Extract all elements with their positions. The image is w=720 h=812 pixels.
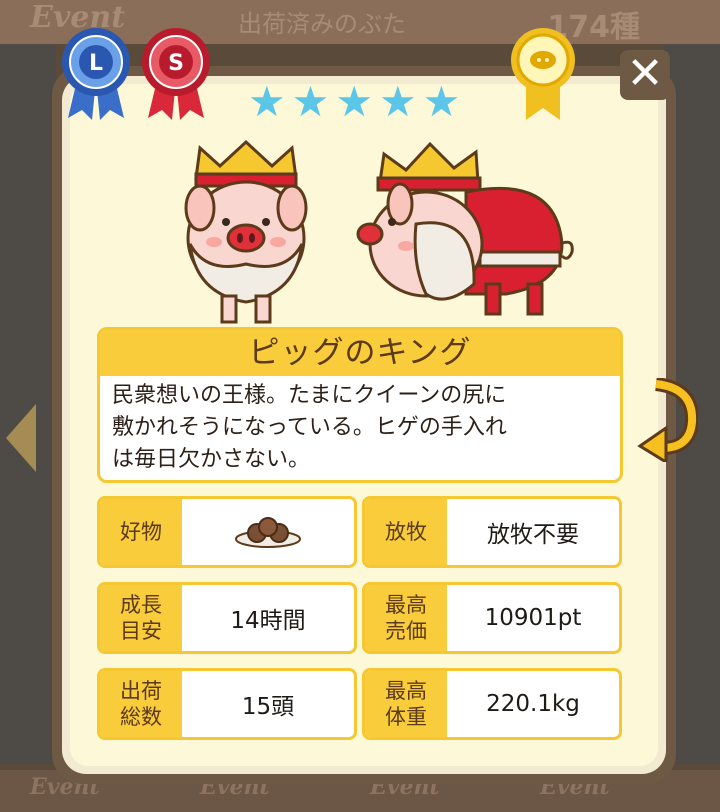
description-line: は毎日欠かさない。 (112, 447, 311, 472)
growth-time-value: 14時間 (230, 608, 306, 634)
l-ribbon-letter: L (89, 51, 103, 76)
pig-name: ピッグのキング (100, 330, 620, 376)
max-weight-label: 最高 体重 (365, 671, 447, 737)
shipped-count-cell: 出荷 総数 15頭 (97, 668, 357, 740)
star-icon: ★ (335, 77, 373, 126)
description-line: 敷かれそうになっている。ヒゲの手入れ (112, 415, 507, 440)
grazing-label: 放牧 (365, 499, 447, 565)
rotate-view-icon[interactable] (636, 378, 698, 462)
pig-description: 民衆想いの王様。たまにクイーンの尻に 敷かれそうになっている。ヒゲの手入れ は毎… (100, 376, 620, 480)
grazing-cell: 放牧 放牧不要 (362, 496, 622, 568)
star-icon: ★ (378, 77, 417, 126)
pig-king-front-image (184, 139, 308, 324)
pig-info-box: ピッグのキング 民衆想いの王様。たまにクイーンの尻に 敷かれそうになっている。ヒ… (97, 327, 623, 483)
favorite-food-cell: 好物 (97, 496, 357, 568)
growth-time-label: 成長 目安 (100, 585, 182, 651)
food-plate-icon (235, 517, 301, 548)
shipped-count-value: 15頭 (241, 694, 295, 720)
star-icon: ★ (248, 77, 286, 126)
l-ribbon-icon: L (62, 28, 130, 120)
s-ribbon-letter: S (168, 51, 184, 76)
description-line: 民衆想いの王様。たまにクイーンの尻に (112, 383, 507, 408)
max-price-value: 10901pt (484, 605, 582, 631)
max-price-label: 最高 売価 (365, 585, 447, 651)
star-icon: ★ (291, 77, 330, 126)
rarity-stars: ★ ★ ★ ★ ★ (248, 80, 460, 124)
pig-king-side-image (356, 141, 574, 316)
close-button[interactable]: ✕ (620, 50, 670, 100)
collection-title: 出荷済みのぶた (238, 10, 406, 38)
s-ribbon-icon: S (142, 28, 210, 120)
close-icon: ✕ (626, 48, 664, 99)
shipped-count-label: 出荷 総数 (100, 671, 182, 737)
prev-arrow-icon[interactable] (6, 404, 36, 472)
growth-time-cell: 成長 目安 14時間 (97, 582, 357, 654)
max-price-cell: 最高 売価 10901pt (362, 582, 622, 654)
favorite-food-label: 好物 (100, 499, 182, 565)
gold-medal-icon (511, 28, 575, 120)
left-backdrop (0, 44, 56, 764)
max-weight-cell: 最高 体重 220.1kg (362, 668, 622, 740)
star-icon: ★ (422, 77, 461, 126)
grazing-value: 放牧不要 (487, 522, 579, 548)
max-weight-value: 220.1kg (486, 691, 580, 717)
